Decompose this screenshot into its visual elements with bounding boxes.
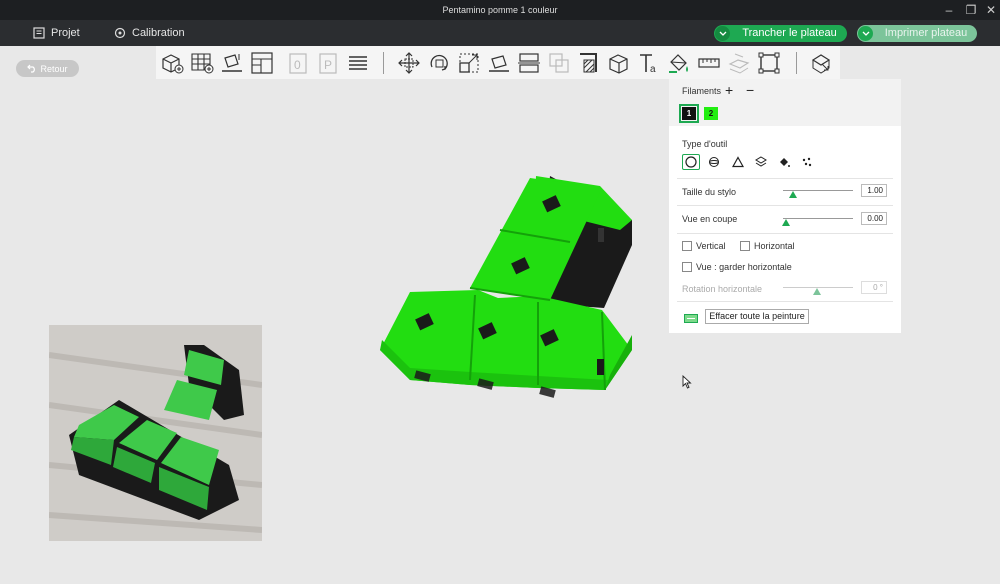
remove-filament-icon[interactable]: −: [746, 82, 754, 98]
horizontal-rotation-thumb[interactable]: [813, 288, 821, 295]
paint-panel: Filaments + − 1 2 Type d'outil Taille du…: [669, 79, 901, 333]
horizontal-rotation-label: Rotation horizontale: [682, 284, 763, 294]
svg-text:a: a: [650, 64, 656, 75]
horizontal-checkbox[interactable]: [740, 241, 750, 251]
slice-plate-label: Trancher le plateau: [742, 27, 837, 39]
pentomino-model[interactable]: [370, 170, 640, 430]
auto-orient-icon[interactable]: [219, 50, 245, 76]
menu-project-label: Projet: [51, 27, 80, 39]
mouse-cursor-icon: [682, 375, 692, 389]
arrange-grid-icon[interactable]: [189, 50, 215, 76]
pen-size-input[interactable]: 1.00: [861, 184, 887, 197]
horizontal-label: Horizontal: [754, 241, 795, 251]
back-label: Retour: [40, 63, 68, 74]
slice-dropdown-icon[interactable]: [715, 26, 730, 41]
text-icon[interactable]: a: [636, 50, 662, 76]
restore-icon[interactable]: ❐: [960, 1, 982, 19]
fill-tool-icon[interactable]: [775, 154, 793, 170]
main-toolbar: 0 P a: [156, 46, 840, 79]
plate-0-icon[interactable]: 0: [285, 50, 311, 76]
title-bar: Pentamino pomme 1 couleur – ❐ ✕: [0, 0, 1000, 20]
section-view-label: Vue en coupe: [682, 214, 738, 224]
add-filament-icon[interactable]: +: [725, 82, 733, 98]
print-plate-button[interactable]: Imprimer plateau: [857, 25, 977, 42]
filaments-label: Filaments: [682, 86, 722, 96]
minimize-icon[interactable]: –: [938, 1, 960, 19]
slice-plate-button[interactable]: Trancher le plateau: [714, 25, 847, 42]
window-title: Pentamino pomme 1 couleur: [442, 5, 558, 15]
print-dropdown-icon[interactable]: [858, 26, 873, 41]
toolbar-separator: [796, 52, 797, 74]
circle-tool-icon[interactable]: [682, 154, 700, 170]
pen-size-label: Taille du stylo: [682, 187, 737, 197]
divider: [677, 233, 893, 234]
svg-text:0: 0: [294, 58, 301, 72]
clear-all-paint-button[interactable]: Effacer toute la peinture: [705, 309, 809, 324]
vertical-label: Vertical: [696, 241, 726, 251]
split-icon[interactable]: [756, 50, 782, 76]
filaments-section: Filaments + − 1 2: [669, 79, 901, 126]
add-object-icon[interactable]: [159, 50, 185, 76]
filament-swatch-2[interactable]: 2: [704, 107, 718, 120]
layout-icon[interactable]: [249, 50, 275, 76]
project-icon: [33, 27, 45, 39]
gap-fill-tool-icon[interactable]: [798, 154, 816, 170]
keep-horizontal-label: Vue : garder horizontale: [696, 262, 792, 272]
section-view-input[interactable]: 0.00: [861, 212, 887, 225]
layers-icon[interactable]: [345, 50, 371, 76]
print-plate-label: Imprimer plateau: [884, 27, 968, 39]
divider: [677, 178, 893, 179]
section-view-thumb[interactable]: [782, 219, 790, 226]
measure-icon[interactable]: [696, 50, 722, 76]
toolbar-separator: [383, 52, 384, 74]
vertical-checkbox[interactable]: [682, 241, 692, 251]
tool-type-label: Type d'outil: [682, 139, 728, 149]
paint-bucket-icon[interactable]: [666, 50, 692, 76]
menu-calibration[interactable]: Calibration: [114, 20, 185, 46]
menu-calibration-label: Calibration: [132, 27, 185, 39]
svg-text:P: P: [324, 58, 332, 72]
move-icon[interactable]: [396, 50, 422, 76]
divider: [677, 301, 893, 302]
pen-size-thumb[interactable]: [789, 191, 797, 198]
horizontal-rotation-input[interactable]: 0 °: [861, 281, 887, 294]
triangle-tool-icon[interactable]: [729, 154, 747, 170]
scale-icon[interactable]: [456, 50, 482, 76]
settings-export-icon[interactable]: [808, 50, 834, 76]
reference-photo: [49, 325, 262, 541]
sphere-tool-icon[interactable]: [705, 154, 723, 170]
close-icon[interactable]: ✕: [980, 1, 1000, 19]
assemble-icon[interactable]: [726, 50, 752, 76]
menu-bar: Projet Calibration: [0, 20, 1000, 46]
support-paint-icon[interactable]: [576, 50, 602, 76]
cut-icon[interactable]: [516, 50, 542, 76]
plate-p-icon[interactable]: P: [315, 50, 341, 76]
clear-paint-icon: [684, 312, 698, 326]
calibration-icon: [114, 27, 126, 39]
back-button[interactable]: Retour: [16, 60, 79, 77]
keep-horizontal-checkbox[interactable]: [682, 262, 692, 272]
section-view-slider[interactable]: [783, 218, 853, 219]
boolean-icon[interactable]: [546, 50, 572, 76]
menu-project[interactable]: Projet: [33, 20, 80, 46]
cube-icon[interactable]: [606, 50, 632, 76]
lay-on-face-icon[interactable]: [486, 50, 512, 76]
divider: [677, 205, 893, 206]
height-range-tool-icon[interactable]: [752, 154, 770, 170]
undo-arrow-icon: [27, 64, 36, 73]
filament-swatch-1[interactable]: 1: [679, 104, 699, 123]
rotate-icon[interactable]: [426, 50, 452, 76]
